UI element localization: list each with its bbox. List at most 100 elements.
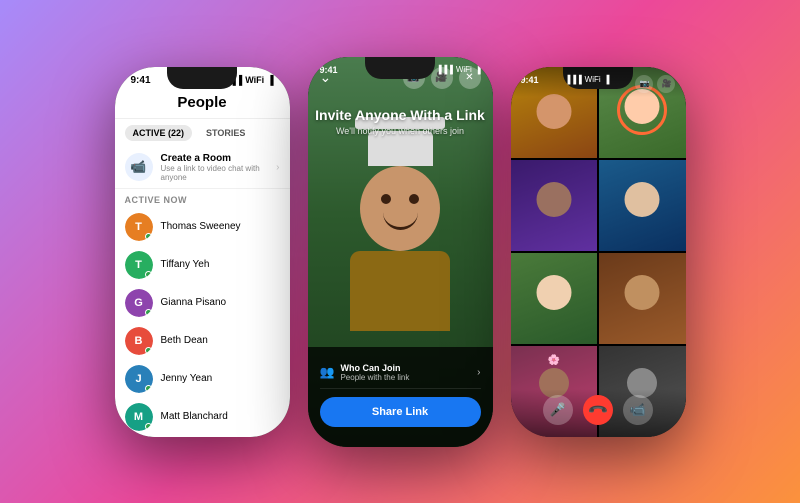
center-screen: ⌄ 📷 🎥 ✕ Invite Anyone With a Link We'll … — [308, 57, 493, 447]
who-can-join-sub: People with the link — [340, 373, 409, 382]
left-time: 9:41 — [131, 75, 151, 86]
online-dot-5 — [145, 385, 152, 392]
eyes — [360, 166, 440, 204]
who-can-join-row[interactable]: 👥 Who Can Join People with the link › — [320, 357, 481, 389]
avatar-2: T — [125, 251, 153, 279]
smile — [383, 212, 418, 230]
mute-button[interactable]: 🎤 — [543, 395, 573, 425]
center-signal-icon: ▐▐▐ — [436, 65, 453, 75]
who-can-join-label: Who Can Join — [340, 363, 409, 373]
contact-name-5: Jenny Yean — [161, 373, 213, 384]
bottom-panel: 👥 Who Can Join People with the link › Sh… — [308, 347, 493, 447]
video-6-bg — [599, 253, 686, 344]
face-3 — [536, 182, 571, 217]
eye-right — [409, 194, 419, 204]
contact-name-3: Gianna Pisano — [161, 297, 227, 308]
avatar-5: J — [125, 365, 153, 393]
video-3-bg — [511, 160, 598, 251]
face-6 — [625, 275, 660, 310]
stories-tab[interactable]: STORIES — [198, 125, 253, 141]
camera-button[interactable]: 📹 — [623, 395, 653, 425]
phone-center: ⌄ 📷 🎥 ✕ Invite Anyone With a Link We'll … — [308, 57, 493, 447]
video-icon: 📹 — [130, 159, 146, 175]
contact-name-4: Beth Dean — [161, 335, 208, 346]
contact-name-6: Matt Blanchard — [161, 411, 228, 422]
contact-row-6[interactable]: M Matt Blanchard — [115, 398, 290, 436]
who-text: Who Can Join People with the link — [340, 363, 409, 382]
invite-title: Invite Anyone With a Link — [308, 107, 493, 123]
create-room-icon: 📹 — [125, 153, 153, 181]
head — [360, 166, 440, 251]
create-room-sub: Use a link to video chat with anyone — [161, 164, 269, 182]
avatar-3: G — [125, 289, 153, 317]
contact-name-1: Thomas Sweeney — [161, 221, 241, 232]
center-battery-icon: ▐ — [475, 65, 481, 75]
video-5-bg — [511, 253, 598, 344]
video-cell-5 — [511, 253, 598, 344]
center-time: 9:41 — [320, 65, 338, 75]
contact-row-2[interactable]: T Tiffany Yeh — [115, 246, 290, 284]
wifi-icon: WiFi — [245, 75, 264, 85]
people-title: People — [177, 94, 226, 111]
video-cell-6 — [599, 253, 686, 344]
right-screen: 🌸 9:41 ▐▐▐ WiFi ▐ 📷 🎥 — [511, 67, 686, 437]
ar-flower: 🌸 — [548, 355, 560, 366]
video-person — [350, 117, 450, 331]
right-wifi-icon: WiFi — [585, 75, 601, 93]
phone-left: 9:41 ▐▐▐ WiFi ▐ People ACTIVE (22) STORI… — [115, 67, 290, 437]
avatar-1: T — [125, 213, 153, 241]
camera-icon[interactable]: 📷 — [635, 75, 653, 93]
video-cell-4 — [599, 160, 686, 251]
active-now-label: ACTIVE NOW — [115, 189, 290, 208]
avatar-4: B — [125, 327, 153, 355]
online-dot-4 — [145, 347, 152, 354]
create-room-text: Create a Room Use a link to video chat w… — [161, 153, 269, 182]
people-icon: 👥 — [320, 365, 335, 379]
face-container — [350, 117, 450, 331]
invite-overlay: Invite Anyone With a Link We'll notify y… — [308, 107, 493, 136]
right-battery-icon: ▐ — [604, 75, 610, 93]
phone-right: 🌸 9:41 ▐▐▐ WiFi ▐ 📷 🎥 — [511, 67, 686, 437]
online-dot-3 — [145, 309, 152, 316]
face-4 — [625, 182, 660, 217]
eye-left — [381, 194, 391, 204]
end-call-button[interactable]: 📞 — [577, 388, 619, 430]
video-icon[interactable]: 🎥 — [657, 75, 675, 93]
right-status-bar: 9:41 ▐▐▐ WiFi ▐ 📷 🎥 — [511, 67, 686, 97]
chevron-right-icon: › — [276, 162, 279, 173]
center-status-row: 9:41 ▐▐▐ WiFi ▐ — [320, 65, 481, 75]
left-header: People — [115, 90, 290, 119]
online-dot-2 — [145, 271, 152, 278]
create-room-row[interactable]: 📹 Create a Room Use a link to video chat… — [115, 147, 290, 189]
active-tab[interactable]: ACTIVE (22) — [125, 125, 193, 141]
center-status-icons: ▐▐▐ WiFi ▐ — [436, 65, 481, 75]
right-time: 9:41 — [521, 75, 539, 93]
invite-subtitle: We'll notify you when others join — [308, 126, 493, 136]
right-status-icons: ▐▐▐ WiFi ▐ — [565, 75, 610, 93]
video-cell-3 — [511, 160, 598, 251]
body — [350, 251, 450, 331]
share-link-button[interactable]: Share Link — [320, 397, 481, 427]
create-room-label: Create a Room — [161, 153, 269, 164]
phones-container: 9:41 ▐▐▐ WiFi ▐ People ACTIVE (22) STORI… — [95, 37, 706, 467]
face-1 — [536, 94, 571, 129]
contact-row-3[interactable]: G Gianna Pisano — [115, 284, 290, 322]
contact-row-4[interactable]: B Beth Dean — [115, 322, 290, 360]
who-chevron-icon: › — [477, 367, 480, 378]
right-signal-icon: ▐▐▐ — [565, 75, 582, 93]
contact-row-7[interactable]: R Ron Besselin — [115, 436, 290, 437]
avatar-6: M — [125, 403, 153, 431]
contact-row-1[interactable]: T Thomas Sweeney — [115, 208, 290, 246]
video-4-bg — [599, 160, 686, 251]
left-screen: 9:41 ▐▐▐ WiFi ▐ People ACTIVE (22) STORI… — [115, 67, 290, 437]
right-top-icons: 📷 🎥 — [635, 75, 675, 93]
who-left: 👥 Who Can Join People with the link — [320, 363, 410, 382]
center-wifi-icon: WiFi — [456, 65, 472, 75]
tabs-row: ACTIVE (22) STORIES — [115, 119, 290, 147]
battery-icon: ▐ — [267, 75, 273, 85]
online-dot-1 — [145, 233, 152, 240]
right-bottom-bar: 🎤 📞 📹 — [511, 389, 686, 437]
contact-name-2: Tiffany Yeh — [161, 259, 210, 270]
notch-left — [167, 67, 237, 89]
contact-row-5[interactable]: J Jenny Yean — [115, 360, 290, 398]
